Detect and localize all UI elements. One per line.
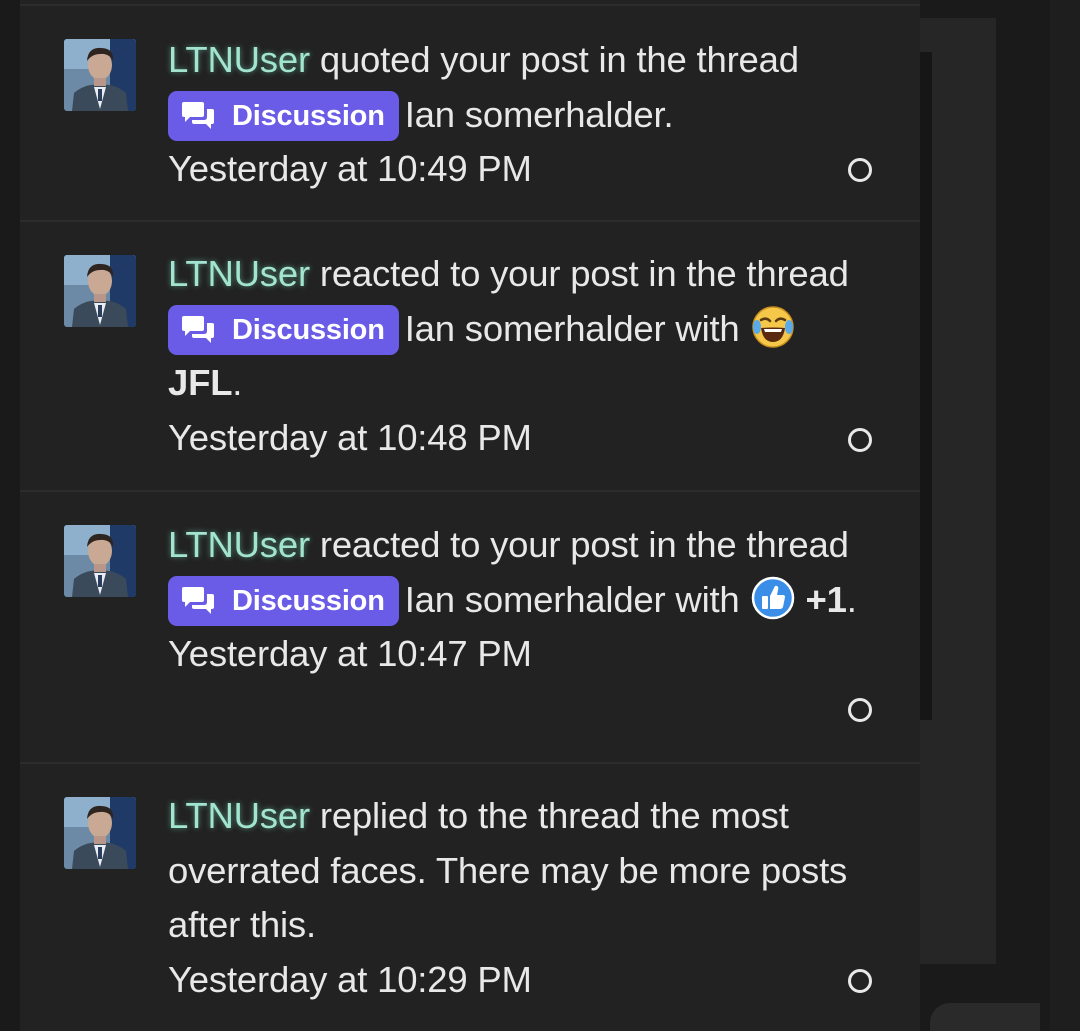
alert-content: LTNUser replied to the thread the most o… [168,789,858,1007]
alert-username[interactable]: LTNUser [168,253,310,294]
thread-prefix-badge[interactable]: Discussion [168,575,399,626]
thread-title-link[interactable]: Ian somerhalder [405,308,666,349]
avatar-image [64,39,136,111]
thread-title-link[interactable]: Ian somerhalder [405,579,666,620]
alert-action-text: reacted to your post in the thread [309,524,849,565]
prefix-label: Discussion [232,584,385,617]
alert-end-text: . [232,362,243,403]
comments-icon [182,315,214,343]
avatar-image [64,255,136,327]
scroll-gutter [1050,0,1080,1031]
alert-timestamp: Yesterday at 10:49 PM [168,148,532,189]
avatar[interactable] [64,525,136,597]
alert-content: LTNUser reacted to your post in the thre… [168,247,858,465]
comments-icon [182,101,214,129]
background-page-button [930,1003,1040,1031]
alert-item[interactable]: LTNUser reacted to your post in the thre… [20,220,920,492]
avatar-image [64,525,136,597]
mark-read-toggle[interactable] [848,428,872,452]
alert-content: LTNUser reacted to your post in the thre… [168,518,858,682]
reaction-name: JFL [168,362,233,403]
prefix-label: Discussion [232,313,385,346]
thumbs-up-emoji-icon [751,576,795,620]
alerts-menu: LTNUser quoted your post in the thread D… [20,0,920,1031]
thread-prefix-badge[interactable]: Discussion [168,304,399,355]
alert-with-text: with [665,578,750,620]
background-page-strip [918,52,932,720]
laughing-crying-emoji-icon [751,305,795,349]
avatar[interactable] [64,39,136,111]
alert-with-text: with [665,307,750,349]
alert-username[interactable]: LTNUser [168,795,310,836]
alerts-page: LTNUser quoted your post in the thread D… [0,0,1080,1031]
alert-content: LTNUser quoted your post in the thread D… [168,33,858,197]
alert-item[interactable]: LTNUser reacted to your post in the thre… [20,490,920,764]
mark-read-toggle[interactable] [848,158,872,182]
mark-read-toggle[interactable] [848,969,872,993]
mark-read-toggle[interactable] [848,698,872,722]
alert-end-text: . [846,578,857,620]
thread-prefix-badge[interactable]: Discussion [168,90,399,141]
thread-title-link[interactable]: Ian somerhalder [405,94,664,135]
alert-item[interactable]: LTNUser quoted your post in the thread D… [20,4,920,222]
alert-item[interactable]: LTNUser replied to the thread the most o… [20,762,920,1031]
alert-timestamp: Yesterday at 10:29 PM [168,958,532,1000]
avatar-image [64,797,136,869]
alert-action-text: quoted your post in the thread [309,39,799,80]
prefix-label: Discussion [232,99,385,132]
alert-action-text: reacted to your post in the thread [309,253,849,294]
alert-username[interactable]: LTNUser [168,524,310,565]
alert-action-text: replied to the thread [309,795,651,836]
alert-username[interactable]: LTNUser [168,39,310,80]
reaction-name: +1 [805,578,847,620]
comments-icon [182,586,214,614]
alert-end-text: . [663,93,674,135]
alert-timestamp: Yesterday at 10:47 PM [168,633,532,674]
avatar[interactable] [64,255,136,327]
avatar[interactable] [64,797,136,869]
alert-timestamp: Yesterday at 10:48 PM [168,416,532,458]
